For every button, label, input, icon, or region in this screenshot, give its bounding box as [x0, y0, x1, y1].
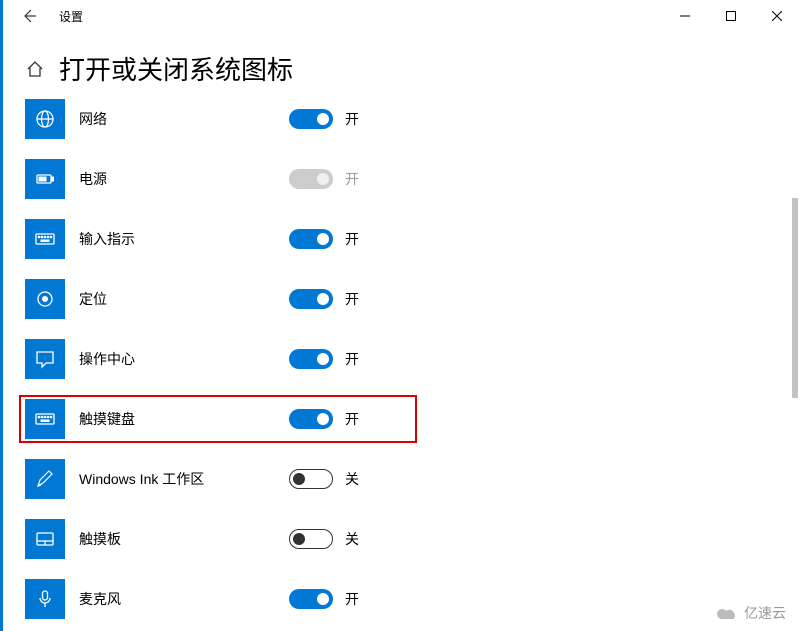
network-icon — [25, 99, 65, 139]
keyboard-icon — [25, 219, 65, 259]
row-label: 网络 — [79, 109, 289, 129]
row-touchpad: 触摸板 关 — [25, 515, 800, 563]
toggle-windows-ink[interactable] — [289, 469, 333, 489]
page-title: 打开或关闭系统图标 — [59, 50, 293, 87]
close-button[interactable] — [754, 0, 800, 32]
row-label: 麦克风 — [79, 589, 289, 609]
row-label: 电源 — [79, 169, 289, 189]
microphone-icon — [25, 579, 65, 619]
toggle-touch-keyboard[interactable] — [289, 409, 333, 429]
row-label: 操作中心 — [79, 349, 289, 369]
pen-icon — [25, 459, 65, 499]
state-text: 开 — [345, 289, 359, 309]
settings-list: 网络 开 电源 开 输入指示 开 定位 开 操作中心 开 — [3, 95, 800, 623]
action-center-icon — [25, 339, 65, 379]
state-text: 开 — [345, 109, 359, 129]
watermark: 亿速云 — [716, 603, 786, 623]
row-action-center: 操作中心 开 — [25, 335, 800, 383]
row-touch-keyboard: 触摸键盘 开 — [19, 395, 417, 443]
state-text: 关 — [345, 529, 359, 549]
state-text: 关 — [345, 469, 359, 489]
row-power: 电源 开 — [25, 155, 800, 203]
row-label: 定位 — [79, 289, 289, 309]
row-network: 网络 开 — [25, 95, 800, 143]
state-text: 开 — [345, 229, 359, 249]
row-label: 触摸板 — [79, 529, 289, 549]
row-label: 输入指示 — [79, 229, 289, 249]
toggle-touchpad[interactable] — [289, 529, 333, 549]
maximize-button[interactable] — [708, 0, 754, 32]
toggle-action-center[interactable] — [289, 349, 333, 369]
touchpad-icon — [25, 519, 65, 559]
state-text: 开 — [345, 349, 359, 369]
toggle-location[interactable] — [289, 289, 333, 309]
touch-keyboard-icon — [25, 399, 65, 439]
row-location: 定位 开 — [25, 275, 800, 323]
row-windows-ink: Windows Ink 工作区 关 — [25, 455, 800, 503]
row-microphone: 麦克风 开 — [25, 575, 800, 623]
toggle-input[interactable] — [289, 229, 333, 249]
row-label: 触摸键盘 — [79, 409, 289, 429]
state-text: 开 — [345, 409, 359, 429]
watermark-text: 亿速云 — [744, 603, 786, 623]
row-input: 输入指示 开 — [25, 215, 800, 263]
home-icon[interactable] — [25, 59, 45, 79]
state-text: 开 — [345, 589, 359, 609]
power-icon — [25, 159, 65, 199]
row-label: Windows Ink 工作区 — [79, 469, 289, 489]
toggle-microphone[interactable] — [289, 589, 333, 609]
minimize-button[interactable] — [662, 0, 708, 32]
scrollbar[interactable] — [792, 198, 798, 398]
toggle-network[interactable] — [289, 109, 333, 129]
location-icon — [25, 279, 65, 319]
back-button[interactable] — [15, 2, 43, 30]
toggle-power — [289, 169, 333, 189]
state-text: 开 — [345, 169, 359, 189]
window-title: 设置 — [59, 8, 83, 25]
